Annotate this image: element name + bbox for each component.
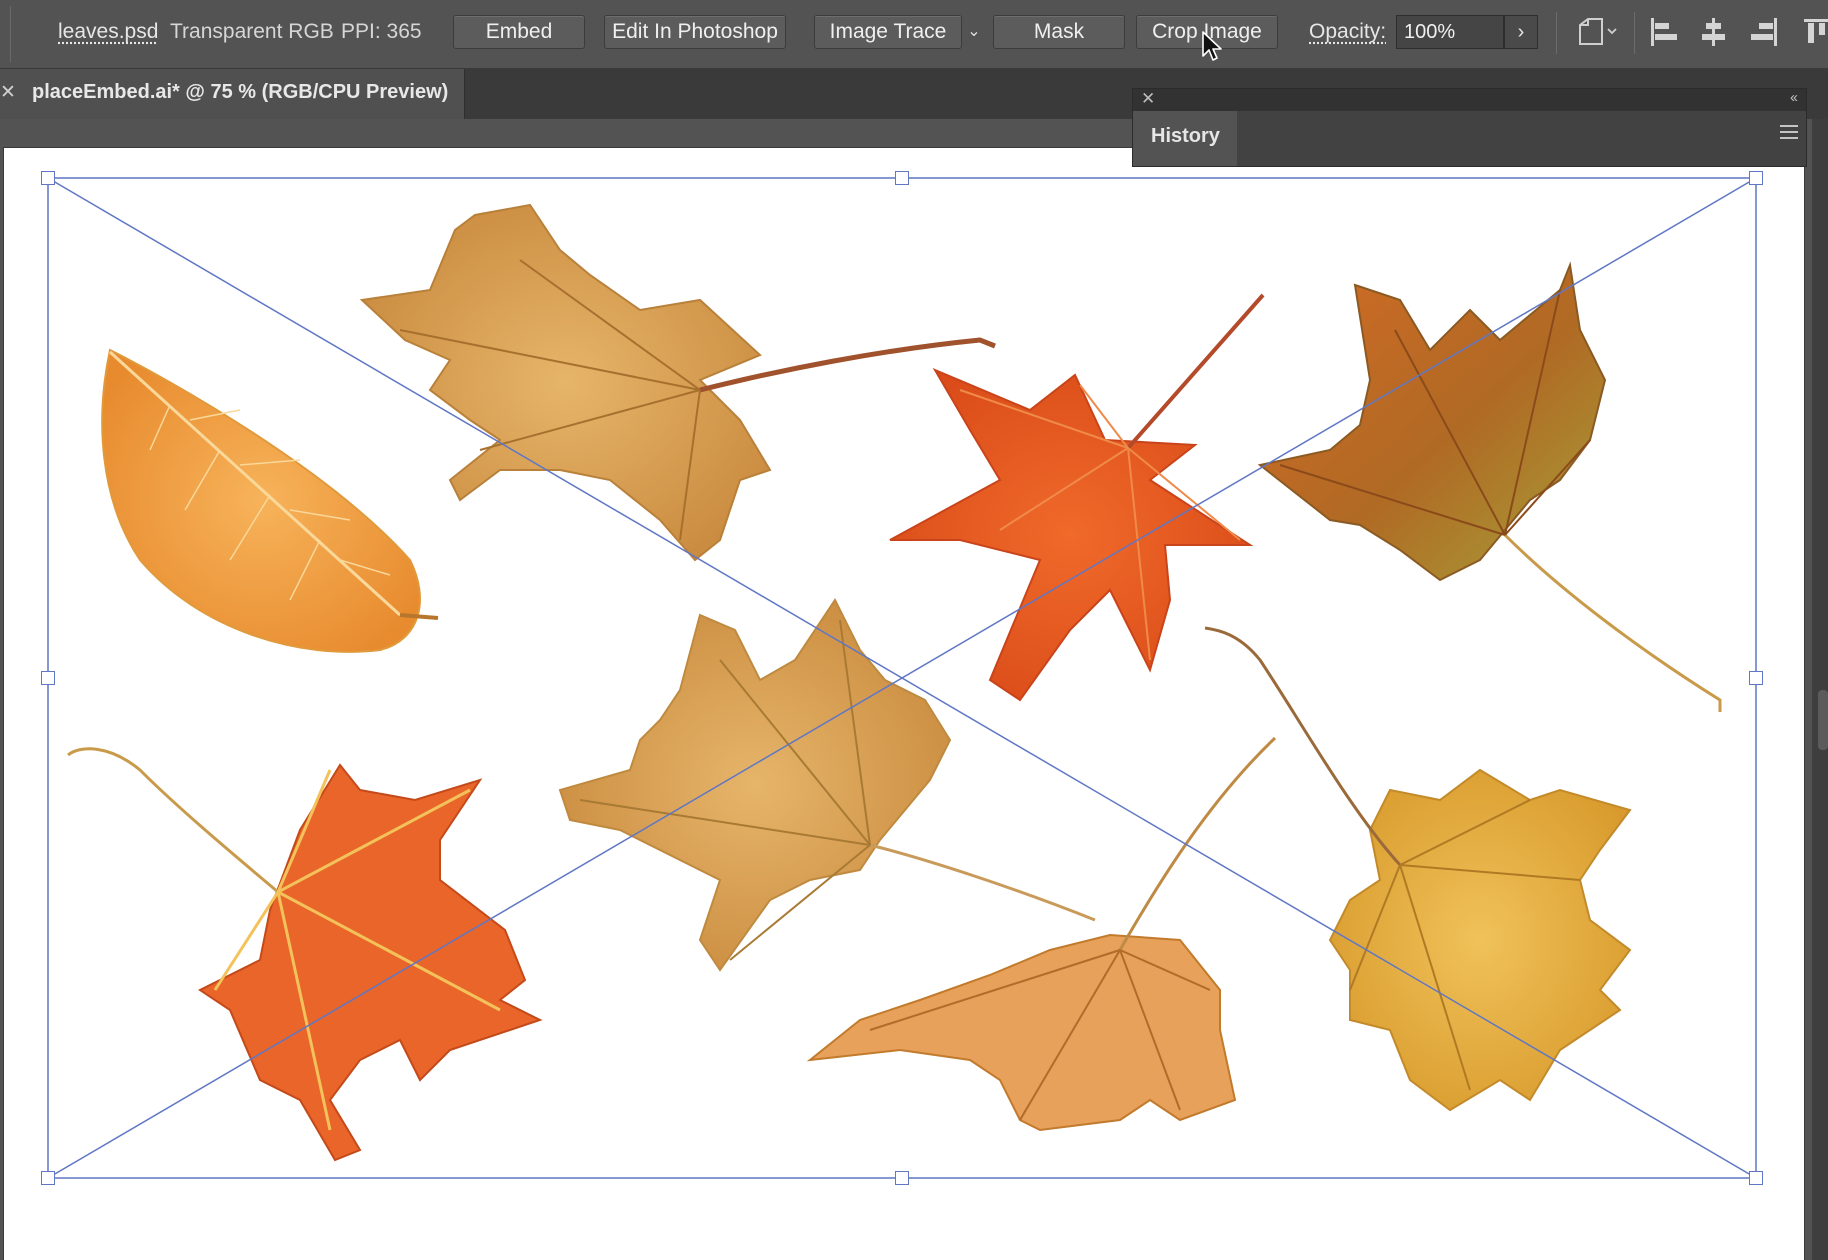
history-tab-label: History xyxy=(1151,125,1220,147)
artboard-options-icon[interactable] xyxy=(1574,16,1620,48)
artboard[interactable] xyxy=(4,148,1804,1260)
divider xyxy=(1556,12,1557,54)
tab-history[interactable]: History xyxy=(1133,111,1237,166)
close-icon[interactable]: ✕ xyxy=(0,81,16,104)
align-right-icon[interactable] xyxy=(1748,16,1780,48)
chevron-down-icon: ⌄ xyxy=(967,23,981,40)
opacity-flyout-button[interactable]: › xyxy=(1504,15,1538,49)
resize-handle-left[interactable] xyxy=(41,671,55,685)
panel-menu-icon[interactable] xyxy=(1780,125,1798,143)
document-tab-title: placeEmbed.ai* @ 75 % (RGB/CPU Preview) xyxy=(32,81,449,103)
ppi-label: PPI: 365 xyxy=(341,20,422,43)
resize-handle-bottom[interactable] xyxy=(895,1171,909,1185)
scrollbar-thumb[interactable] xyxy=(1818,690,1828,750)
resize-handle-bottom-right[interactable] xyxy=(1749,1171,1763,1185)
control-bar: leaves.psd Transparent RGB PPI: 365 Embe… xyxy=(0,0,1828,69)
panel-title-bar[interactable]: ✕ ‹‹ xyxy=(1133,89,1806,111)
edit-in-photoshop-button[interactable]: Edit In Photoshop xyxy=(604,15,786,49)
resize-handle-top[interactable] xyxy=(895,171,909,185)
embed-button[interactable]: Embed xyxy=(453,15,585,49)
mouse-pointer-icon xyxy=(1201,31,1223,63)
opacity-input[interactable]: 100% xyxy=(1396,15,1504,49)
collapse-icon[interactable]: ‹‹ xyxy=(1790,89,1798,106)
divider xyxy=(1634,12,1635,54)
resize-handle-bottom-left[interactable] xyxy=(41,1171,55,1185)
opacity-label[interactable]: Opacity: xyxy=(1309,20,1386,44)
resize-handle-top-left[interactable] xyxy=(41,171,55,185)
align-top-icon[interactable] xyxy=(1800,16,1828,48)
resize-handle-right[interactable] xyxy=(1749,671,1763,685)
align-center-icon[interactable] xyxy=(1697,16,1729,48)
image-trace-options-dropdown[interactable]: ⌄ xyxy=(962,15,986,49)
linked-file-name[interactable]: leaves.psd xyxy=(58,20,158,44)
history-panel: ✕ ‹‹ History xyxy=(1132,88,1807,167)
control-bar-grip[interactable] xyxy=(0,6,11,62)
resize-handle-top-right[interactable] xyxy=(1749,171,1763,185)
chevron-right-icon: › xyxy=(1517,21,1525,43)
document-tab[interactable]: ✕ placeEmbed.ai* @ 75 % (RGB/CPU Preview… xyxy=(0,69,465,119)
align-left-icon[interactable] xyxy=(1648,16,1680,48)
color-mode-label: Transparent RGB xyxy=(170,20,334,43)
close-icon[interactable]: ✕ xyxy=(1141,89,1155,109)
image-trace-button[interactable]: Image Trace xyxy=(814,15,962,49)
mask-button[interactable]: Mask xyxy=(993,15,1125,49)
